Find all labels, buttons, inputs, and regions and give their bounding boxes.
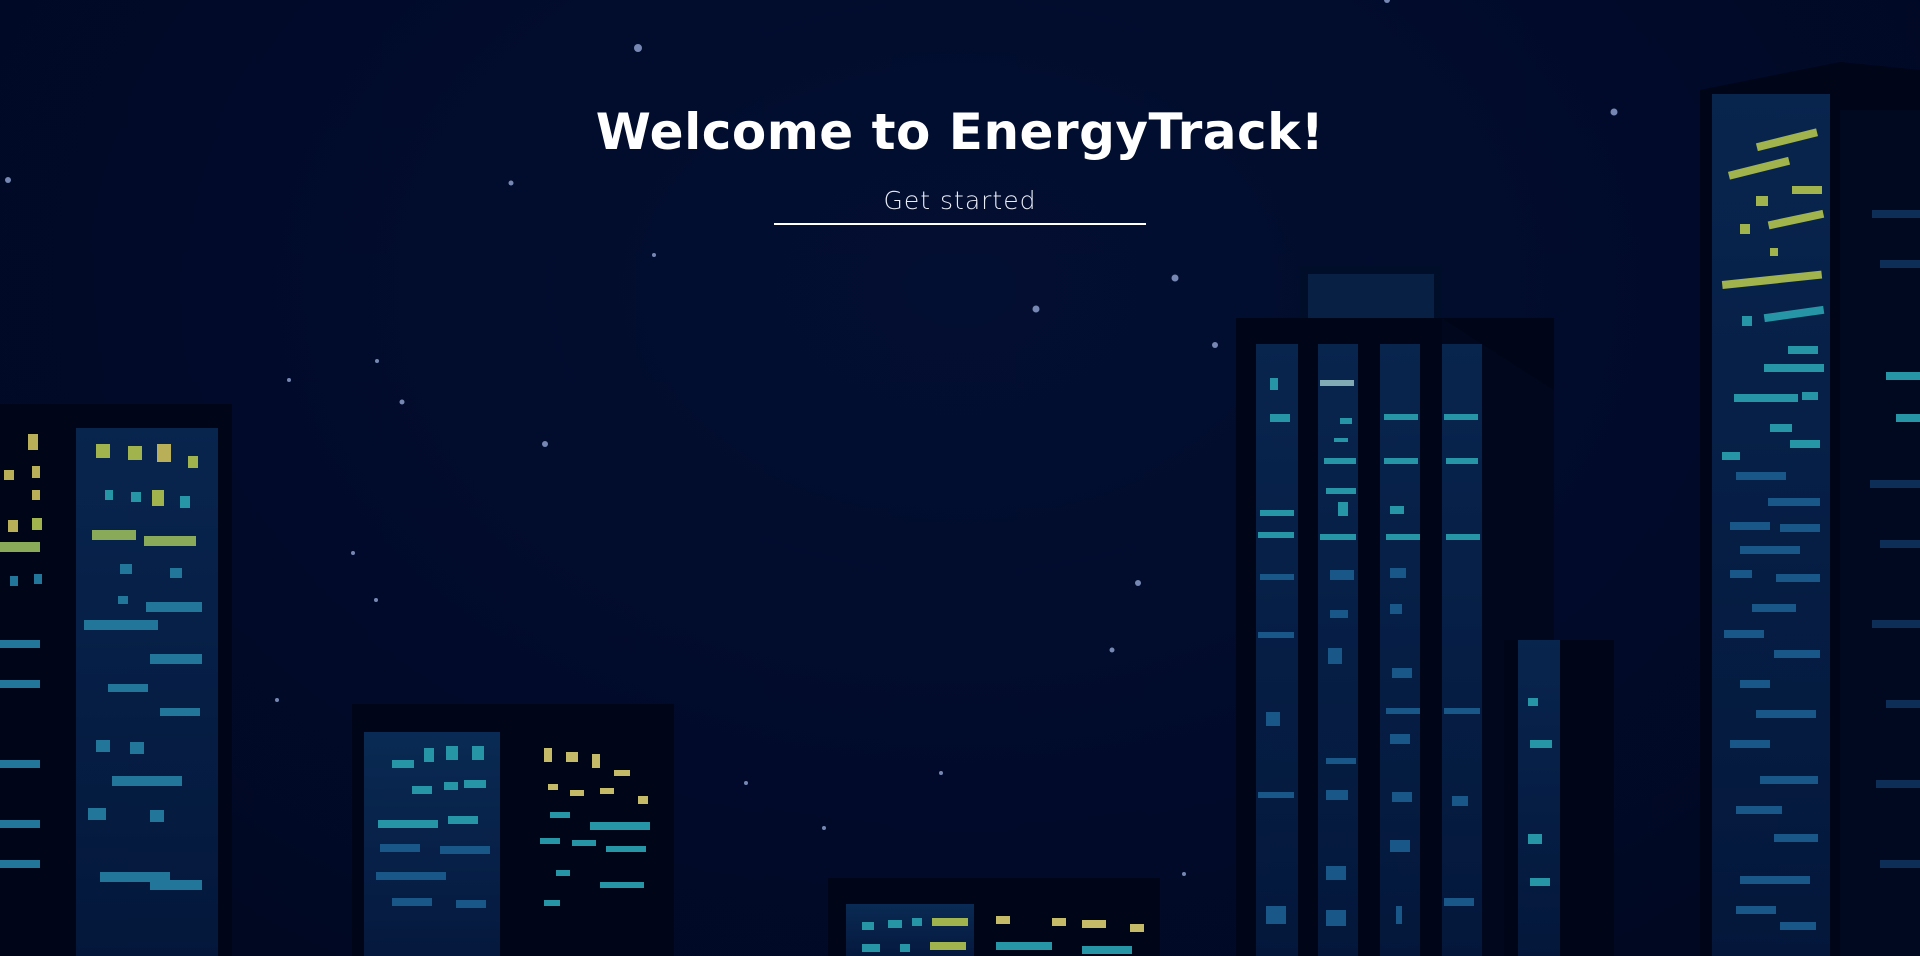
- landing-page: Welcome to EnergyTrack! Get started: [0, 0, 1920, 956]
- hero: Welcome to EnergyTrack! Get started: [0, 100, 1920, 225]
- page-title: Welcome to EnergyTrack!: [595, 103, 1325, 161]
- get-started-button[interactable]: Get started: [774, 186, 1146, 225]
